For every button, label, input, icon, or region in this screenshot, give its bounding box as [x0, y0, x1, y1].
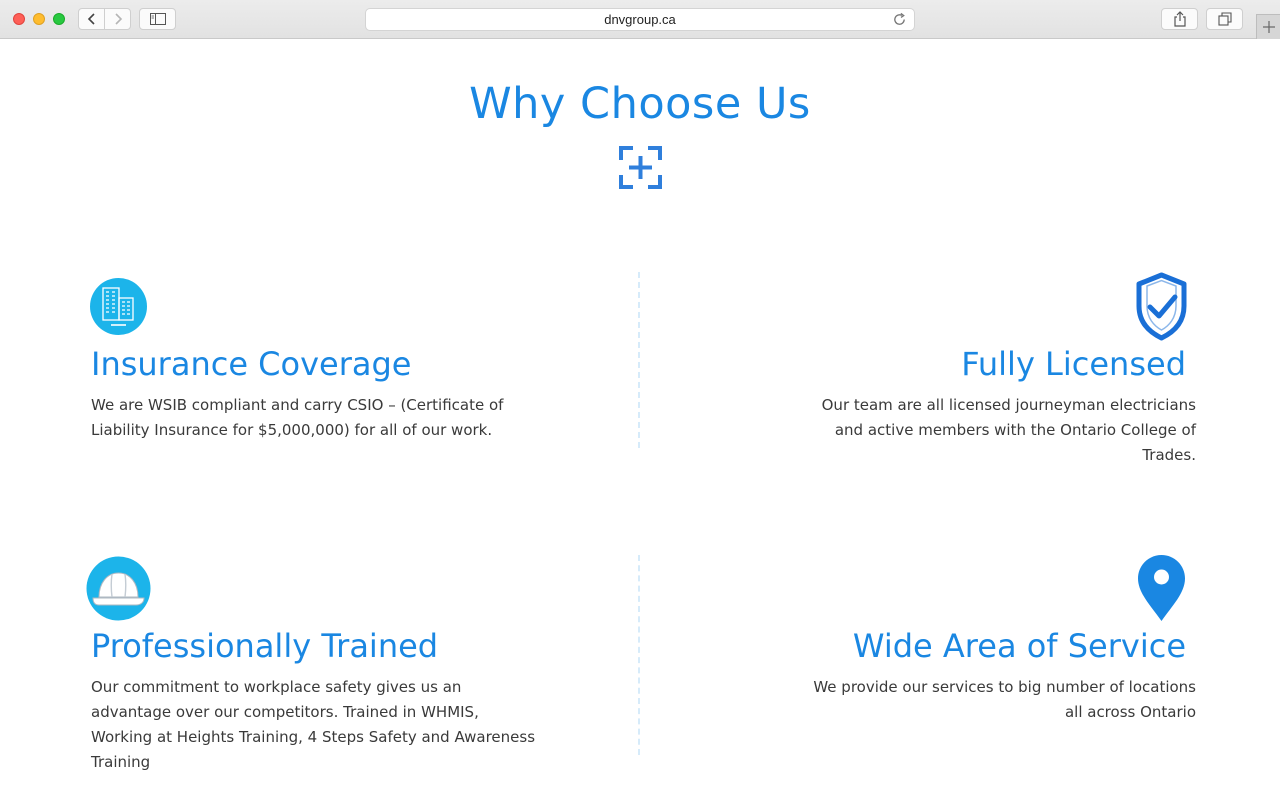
chevron-left-icon [87, 13, 95, 25]
tabs-icon [1217, 12, 1232, 26]
sidebar-icon [149, 13, 166, 25]
feature-title: Fully Licensed [961, 345, 1186, 383]
section-title: Why Choose Us [469, 79, 811, 129]
shield-check-icon [1136, 272, 1187, 341]
feature-trained: Professionally Trained Our commitment to… [91, 627, 541, 775]
plus-frame-icon [619, 146, 662, 189]
share-icon [1173, 11, 1186, 27]
map-pin-icon [1138, 555, 1185, 621]
show-tabs-button[interactable] [1206, 8, 1243, 30]
close-window-button[interactable] [13, 13, 25, 25]
browser-toolbar: dnvgroup.ca [0, 0, 1280, 39]
feature-title: Professionally Trained [91, 627, 439, 665]
back-button[interactable] [78, 8, 105, 30]
address-bar[interactable]: dnvgroup.ca [365, 8, 915, 31]
hard-hat-icon [86, 556, 151, 621]
reload-icon[interactable] [892, 12, 907, 27]
minimize-window-button[interactable] [33, 13, 45, 25]
zoom-window-button[interactable] [53, 13, 65, 25]
sidebar-toggle-button[interactable] [139, 8, 176, 30]
column-divider [638, 272, 640, 448]
buildings-icon [90, 278, 147, 335]
page-content: Why Choose Us Insurance Coverage We are … [0, 39, 1280, 800]
feature-insurance: Insurance Coverage We are WSIB compliant… [91, 345, 541, 443]
url-text: dnvgroup.ca [604, 12, 676, 27]
feature-title: Wide Area of Service [852, 627, 1186, 665]
feature-text: Our commitment to workplace safety gives… [91, 678, 536, 771]
forward-button[interactable] [104, 8, 131, 30]
feature-text: We provide our services to big number of… [813, 678, 1196, 721]
new-tab-button[interactable] [1256, 14, 1280, 39]
plus-icon [1262, 21, 1275, 33]
feature-text: We are WSIB compliant and carry CSIO – (… [91, 396, 504, 439]
column-divider [638, 555, 640, 755]
feature-title: Insurance Coverage [91, 345, 412, 383]
chevron-right-icon [114, 13, 122, 25]
share-button[interactable] [1161, 8, 1198, 30]
feature-text: Our team are all licensed journeyman ele… [821, 396, 1196, 464]
feature-licensed: Fully Licensed Our team are all licensed… [796, 345, 1196, 468]
feature-service-area: Wide Area of Service We provide our serv… [796, 627, 1196, 725]
